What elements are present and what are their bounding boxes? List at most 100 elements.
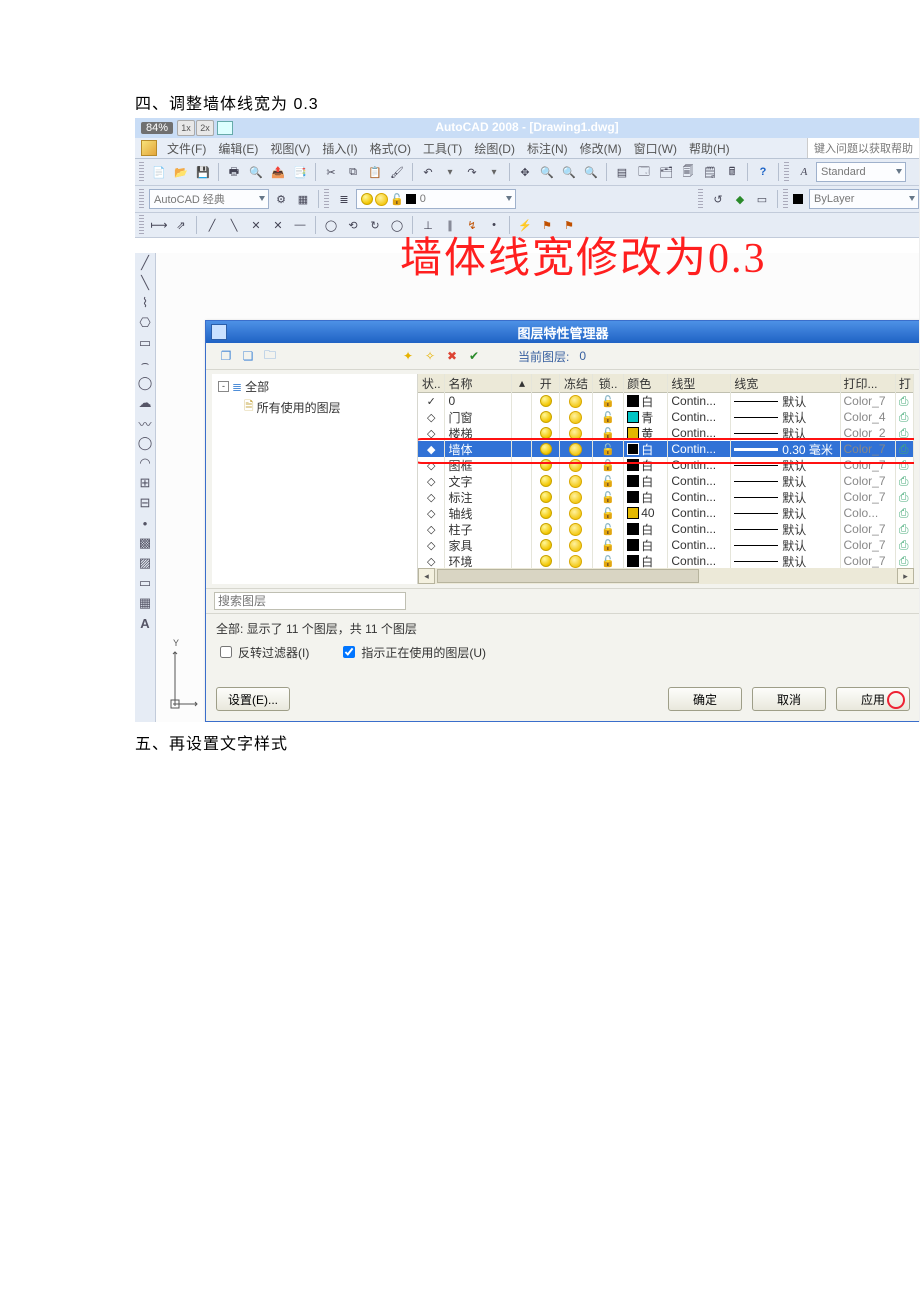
hatch-tool-icon[interactable]: ▩ bbox=[137, 535, 153, 551]
toolbar-grip[interactable] bbox=[783, 189, 788, 209]
scroll-right-icon[interactable]: ▸ bbox=[897, 568, 914, 584]
calculator-icon[interactable]: 🖩 bbox=[722, 162, 742, 182]
settings-button[interactable]: 设置(E)... bbox=[216, 687, 290, 711]
properties-icon[interactable]: ▤ bbox=[612, 162, 632, 182]
hdr-name[interactable]: 名称 bbox=[445, 374, 512, 392]
hdr-freeze[interactable]: 冻结 bbox=[560, 374, 593, 392]
toolbar-grip[interactable] bbox=[139, 162, 144, 182]
polygon-tool-icon[interactable]: ⎔ bbox=[137, 315, 153, 331]
zoom-window-icon[interactable]: 🔍 bbox=[559, 162, 579, 182]
tool-palettes-icon[interactable]: 🗂 bbox=[656, 162, 676, 182]
circle-tool-icon[interactable]: ◯ bbox=[137, 375, 153, 391]
hdr-status[interactable]: 状.. bbox=[418, 374, 445, 392]
set-current-icon[interactable]: ✔ bbox=[466, 348, 482, 364]
scroll-thumb[interactable] bbox=[437, 569, 699, 583]
hdr-sort-icon[interactable]: ▴ bbox=[512, 374, 532, 392]
scroll-left-icon[interactable]: ◂ bbox=[418, 568, 435, 584]
layer-manager-icon[interactable]: ≣ bbox=[334, 189, 354, 209]
layer-states-icon[interactable]: ◆ bbox=[730, 189, 750, 209]
redo-icon[interactable]: ↷ bbox=[462, 162, 482, 182]
open-icon[interactable]: 📂 bbox=[171, 162, 191, 182]
grid-scrollbar[interactable]: ◂ ▸ bbox=[418, 568, 914, 584]
menu-format[interactable]: 格式(O) bbox=[364, 140, 417, 157]
menu-view[interactable]: 视图(V) bbox=[264, 140, 316, 157]
dim-aligned-icon[interactable]: ⇗ bbox=[171, 215, 191, 235]
new-layer-freeze-icon[interactable]: ✧ bbox=[422, 348, 438, 364]
region-tool-icon[interactable]: ▭ bbox=[137, 575, 153, 591]
print-icon[interactable]: 🖶 bbox=[224, 162, 244, 182]
cut-icon[interactable]: ✂ bbox=[321, 162, 341, 182]
workspace-save-icon[interactable]: ▦ bbox=[293, 189, 313, 209]
hdr-plotstyle[interactable]: 打印... bbox=[841, 374, 896, 392]
pan-icon[interactable]: ✥ bbox=[515, 162, 535, 182]
markup-icon[interactable]: 🗒 bbox=[700, 162, 720, 182]
workspace-settings-icon[interactable]: ⚙ bbox=[271, 189, 291, 209]
tree-expander-icon[interactable]: - bbox=[218, 381, 229, 392]
hdr-lineweight[interactable]: 线宽 bbox=[731, 374, 840, 392]
extend-icon[interactable]: ✕ bbox=[268, 215, 288, 235]
rectangle-tool-icon[interactable]: ▭ bbox=[137, 335, 153, 351]
layer-row[interactable]: ◇轴线🔓40Contin...默认Colo...⎙ bbox=[418, 505, 914, 521]
match-properties-icon[interactable]: 🖌 bbox=[387, 162, 407, 182]
xline-tool-icon[interactable]: ╲ bbox=[137, 275, 153, 291]
redo-dropdown-icon[interactable]: ▾ bbox=[484, 162, 504, 182]
hdr-on[interactable]: 开 bbox=[532, 374, 559, 392]
text-tool-icon[interactable]: A bbox=[137, 615, 153, 631]
help-hint-box[interactable]: 键入问题以获取帮助 bbox=[807, 138, 919, 158]
layer-row[interactable]: ◇图框🔓白Contin...默认Color_7⎙ bbox=[418, 457, 914, 473]
layer-row[interactable]: ◆墙体🔓白Contin...0.30 毫米Color_7⎙ bbox=[418, 441, 914, 457]
menu-edit[interactable]: 编辑(E) bbox=[212, 140, 264, 157]
arc-tool-icon[interactable]: ⌢ bbox=[137, 355, 153, 371]
layer-states-manager-icon[interactable]: 🗀 bbox=[262, 348, 278, 364]
layer-grid[interactable]: 状.. 名称 ▴ 开 冻结 锁.. 颜色 线型 线宽 打印... 打 ✓0🔓白C… bbox=[418, 374, 914, 584]
ellipse-tool-icon[interactable]: ◯ bbox=[137, 435, 153, 451]
save-icon[interactable]: 💾 bbox=[193, 162, 213, 182]
insert-block-tool-icon[interactable]: ⊞ bbox=[137, 475, 153, 491]
point-tool-icon[interactable]: • bbox=[137, 515, 153, 531]
make-block-tool-icon[interactable]: ⊟ bbox=[137, 495, 153, 511]
spline-tool-icon[interactable]: 〰 bbox=[137, 415, 153, 431]
hdr-color[interactable]: 颜色 bbox=[624, 374, 668, 392]
text-style-icon[interactable]: A bbox=[794, 162, 814, 182]
toolbar-grip[interactable] bbox=[324, 189, 329, 209]
toolbar-grip[interactable] bbox=[698, 189, 703, 209]
delete-layer-icon[interactable]: ✖ bbox=[444, 348, 460, 364]
line-tool-icon[interactable]: ╱ bbox=[137, 255, 153, 271]
layer-iso-icon[interactable]: ▭ bbox=[752, 189, 772, 209]
new-group-filter-icon[interactable]: ❏ bbox=[240, 348, 256, 364]
menu-help[interactable]: 帮助(H) bbox=[683, 140, 736, 157]
layer-row[interactable]: ◇柱子🔓白Contin...默认Color_7⎙ bbox=[418, 521, 914, 537]
menu-dimension[interactable]: 标注(N) bbox=[521, 140, 574, 157]
zoom-previous-icon[interactable]: 🔍 bbox=[581, 162, 601, 182]
arc-icon[interactable]: ⟲ bbox=[343, 215, 363, 235]
copy-icon[interactable]: ⧉ bbox=[343, 162, 363, 182]
table-tool-icon[interactable]: ▦ bbox=[137, 595, 153, 611]
layer-row[interactable]: ✓0🔓白Contin...默认Color_7⎙ bbox=[418, 393, 914, 409]
hdr-linetype[interactable]: 线型 bbox=[668, 374, 731, 392]
layer-row[interactable]: ◇环境🔓白Contin...默认Color_7⎙ bbox=[418, 553, 914, 569]
menu-window[interactable]: 窗口(W) bbox=[628, 140, 683, 157]
gradient-tool-icon[interactable]: ▨ bbox=[137, 555, 153, 571]
design-center-icon[interactable]: 🗔 bbox=[634, 162, 654, 182]
menu-insert[interactable]: 插入(I) bbox=[316, 140, 363, 157]
toolbar-grip[interactable] bbox=[139, 215, 144, 235]
toolbar-grip[interactable] bbox=[139, 189, 144, 209]
invert-filter-checkbox[interactable]: 反转过滤器(I) bbox=[216, 643, 309, 661]
text-style-combo[interactable]: Standard bbox=[816, 162, 906, 182]
apply-button[interactable]: 应用 bbox=[836, 687, 910, 711]
menu-tools[interactable]: 工具(T) bbox=[417, 140, 468, 157]
revcloud-tool-icon[interactable]: ☁ bbox=[137, 395, 153, 411]
new-property-filter-icon[interactable]: ❐ bbox=[218, 348, 234, 364]
rotate-icon[interactable]: ↻ bbox=[365, 215, 385, 235]
undo-icon[interactable]: ↶ bbox=[418, 162, 438, 182]
menu-file[interactable]: 文件(F) bbox=[161, 140, 212, 157]
menu-modify[interactable]: 修改(M) bbox=[574, 140, 628, 157]
filter-tree[interactable]: - ≣ 全部 🗎 所有使用的图层 bbox=[212, 374, 418, 584]
workspace-combo[interactable]: AutoCAD 经典 bbox=[149, 189, 269, 209]
sheet-set-icon[interactable]: 🗐 bbox=[678, 162, 698, 182]
plot-preview-icon[interactable]: 🔍 bbox=[246, 162, 266, 182]
publish-icon[interactable]: 📤 bbox=[268, 162, 288, 182]
construction-line-icon[interactable]: ╲ bbox=[224, 215, 244, 235]
cancel-button[interactable]: 取消 bbox=[752, 687, 826, 711]
help-icon[interactable]: ? bbox=[753, 162, 773, 182]
